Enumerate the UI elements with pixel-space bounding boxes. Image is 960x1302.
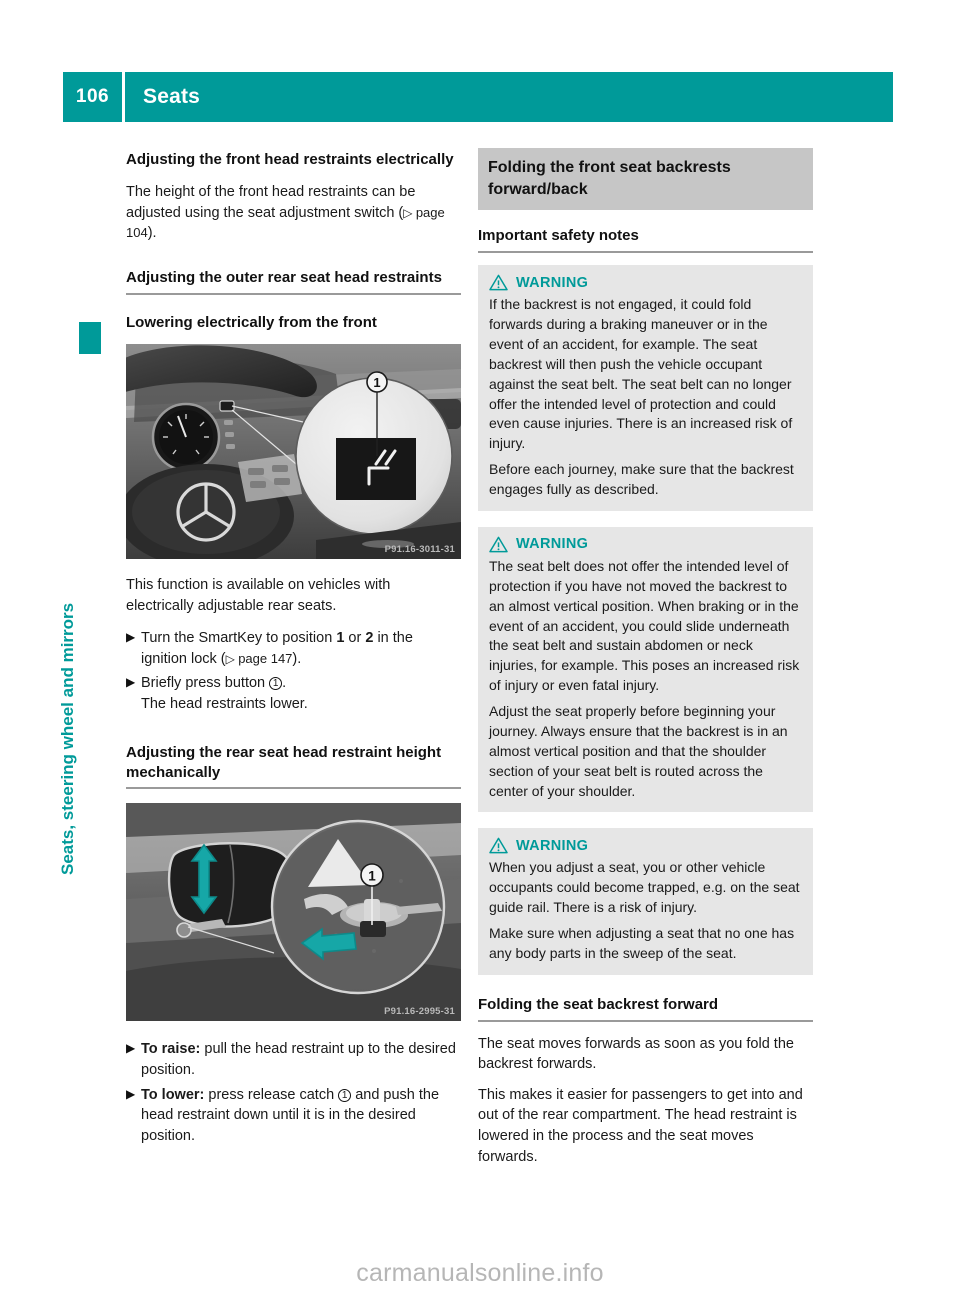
warning-paragraph: If the backrest is not engaged, it could… xyxy=(489,296,793,452)
figure-1-code: P91.16-3011-31 xyxy=(384,544,455,556)
step-to-lower-text: To lower: press release catch 1 and push… xyxy=(141,1085,461,1147)
svg-text:1: 1 xyxy=(368,869,376,884)
warning-paragraph: Make sure when adjusting a seat that no … xyxy=(489,925,795,961)
heading-adjusting-outer-rear-head-restraints: Adjusting the outer rear seat head restr… xyxy=(126,268,461,295)
figure-head-restraint-release: 1 P91.16-2995-31 xyxy=(126,803,461,1022)
warning-triangle-icon xyxy=(489,838,508,854)
step-bullet-icon: ▶ xyxy=(126,675,136,690)
warning-paragraph: Adjust the seat properly before beginnin… xyxy=(489,703,788,799)
step-to-lower: ▶ To lower: press release catch 1 and pu… xyxy=(126,1085,461,1147)
paragraph-function-availability: This function is available on vehicles w… xyxy=(126,577,391,614)
svg-text:1: 1 xyxy=(373,375,380,390)
heading-important-safety-notes: Important safety notes xyxy=(478,226,813,254)
step-turn-smartkey-text: Turn the SmartKey to position 1 or 2 in … xyxy=(141,628,461,669)
warning-paragraph: When you adjust a seat, you or other veh… xyxy=(489,859,800,916)
page-ref-147[interactable]: page 147 xyxy=(238,651,292,666)
warning-triangle-icon xyxy=(489,274,508,291)
figure-dashboard-seat-button: 1 P91.16-3011-31 xyxy=(126,344,461,560)
page-number: 106 xyxy=(63,72,122,122)
section-title-folding-front-seat-backrests: Folding the front seat backrests forward… xyxy=(478,148,813,211)
para-text-prefix: The height of the front head restraints … xyxy=(126,183,416,221)
step-press-button-text: Briefly press button 1. The head restrain… xyxy=(141,673,461,714)
callout-number-1: 1 xyxy=(338,1088,352,1102)
figure-head-restraint-svg: 1 xyxy=(126,803,461,1022)
warning-box-backrest-engagement: WARNING If the backrest is not engaged, … xyxy=(478,265,813,511)
page-header: 106 Seats xyxy=(63,72,893,122)
page-ref-icon: ▷ xyxy=(403,205,416,220)
warning-label: WARNING xyxy=(516,837,589,854)
step-turn-smartkey: ▶ Turn the SmartKey to position 1 or 2 i… xyxy=(126,628,461,669)
header-title-bar: Seats xyxy=(125,72,893,122)
step1-text-c: ). xyxy=(292,650,302,667)
warning-box-trapped-occupants: WARNING When you adjust a seat, you or o… xyxy=(478,828,813,975)
paragraph-seat-moves-forwards: The seat moves forwards as soon as you f… xyxy=(478,1035,794,1073)
figure-dashboard-svg: 1 xyxy=(126,344,461,560)
warning-label: WARNING xyxy=(516,536,589,553)
chapter-marker xyxy=(79,322,101,354)
warning-header: WARNING xyxy=(489,274,802,291)
warning-header: WARNING xyxy=(489,837,802,854)
warning-triangle-icon xyxy=(489,536,508,553)
heading-adjusting-front-head-restraints: Adjusting the front head restraints elec… xyxy=(126,151,454,168)
step4-label: To lower: xyxy=(141,1086,205,1103)
manual-page: 106 Seats Seats, steering wheel and mirr… xyxy=(0,0,960,1302)
step1-text-a: Turn the SmartKey to position xyxy=(141,630,337,647)
heading-folding-seat-backrest-forward: Folding the seat backrest forward xyxy=(478,995,813,1022)
paragraph-easier-for-passengers: This makes it easier for passengers to g… xyxy=(478,1086,803,1165)
warning-box-seat-belt-protection: WARNING The seat belt does not offer the… xyxy=(478,526,813,813)
warning-header: WARNING xyxy=(489,536,802,553)
chapter-side-tab: Seats, steering wheel and mirrors xyxy=(58,385,104,875)
step-press-button: ▶ Briefly press button 1. The head restra… xyxy=(126,673,461,714)
left-column: Adjusting the front head restraints elec… xyxy=(126,150,461,1146)
step4-text-a: press release catch xyxy=(204,1086,339,1103)
heading-lowering-electrically: Lowering electrically from the front xyxy=(126,313,377,331)
step2-result: The head restraints lower. xyxy=(141,696,308,712)
step-bullet-icon: ▶ xyxy=(126,1086,136,1101)
chapter-side-tab-label: Seats, steering wheel and mirrors xyxy=(58,602,77,875)
page-ref-icon: ▷ xyxy=(225,651,239,666)
right-column: Folding the front seat backrests forward… xyxy=(478,148,813,1167)
figure-2-code: P91.16-2995-31 xyxy=(384,1006,455,1018)
warning-paragraph: Before each journey, make sure that the … xyxy=(489,461,794,497)
callout-number-1: 1 xyxy=(269,677,283,691)
para-text-suffix: ). xyxy=(147,225,157,242)
step1-or: or xyxy=(344,630,366,647)
paragraph-front-head-restraint-height: The height of the front head restraints … xyxy=(126,182,461,244)
heading-adjusting-rear-head-restraint-mechanically: Adjusting the rear seat head restraint h… xyxy=(126,743,461,790)
footer-watermark: carmanualsonline.info xyxy=(356,1259,604,1287)
step2-text-b: . xyxy=(282,675,287,692)
step-to-raise-text: To raise: pull the head restraint up to … xyxy=(141,1039,461,1080)
warning-paragraph: The seat belt does not offer the intende… xyxy=(489,557,800,694)
step-bullet-icon: ▶ xyxy=(126,1041,136,1056)
step3-label: To raise: xyxy=(141,1041,201,1058)
warning-label: WARNING xyxy=(516,274,589,291)
page-title: Seats xyxy=(143,85,201,108)
step2-text-a: Briefly press button xyxy=(141,675,270,692)
step-bullet-icon: ▶ xyxy=(126,630,136,645)
step-to-raise: ▶ To raise: pull the head restraint up t… xyxy=(126,1039,461,1080)
